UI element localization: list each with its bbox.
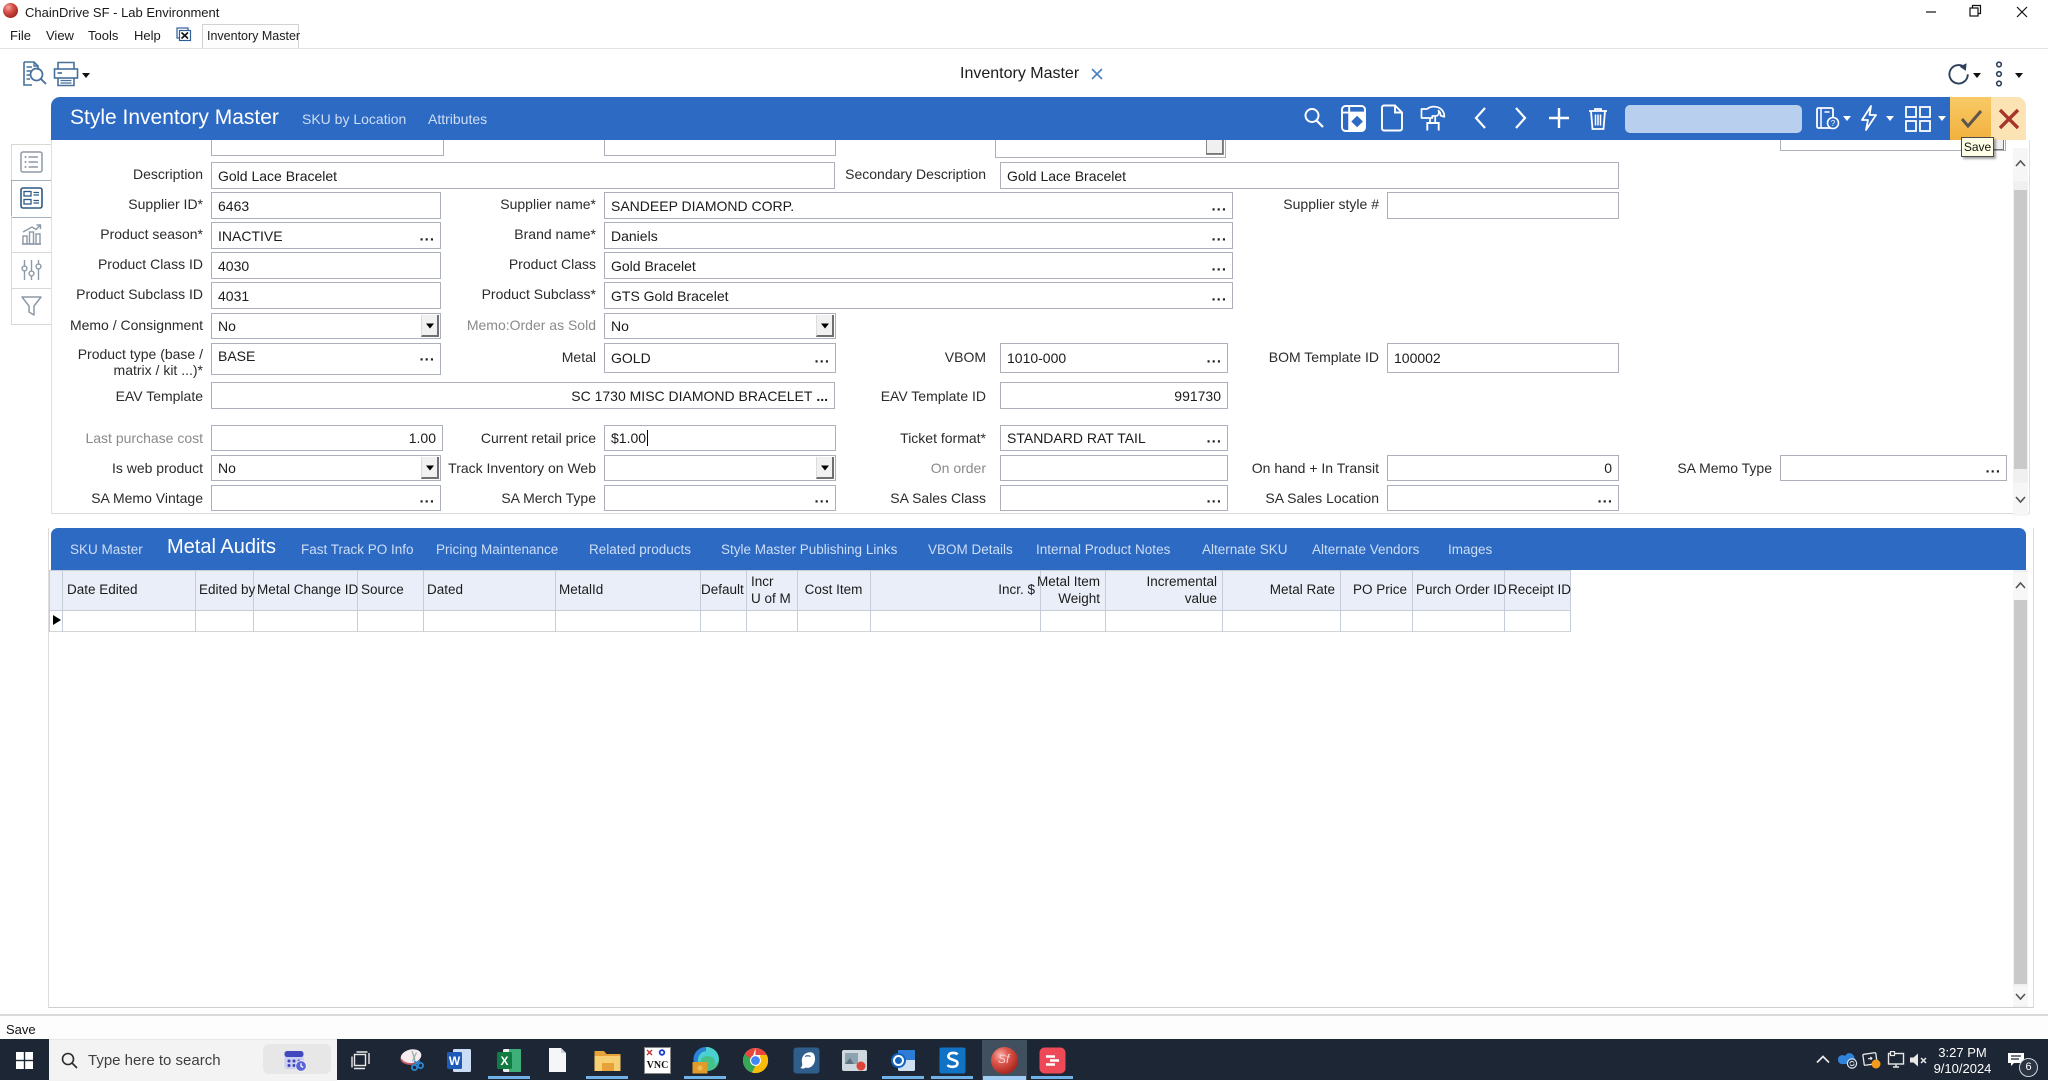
svg-text:W: W xyxy=(449,1054,461,1068)
svg-text:VNC: VNC xyxy=(647,1060,669,1071)
svg-text:?: ? xyxy=(1831,119,1836,128)
svg-text:X: X xyxy=(500,1054,508,1068)
